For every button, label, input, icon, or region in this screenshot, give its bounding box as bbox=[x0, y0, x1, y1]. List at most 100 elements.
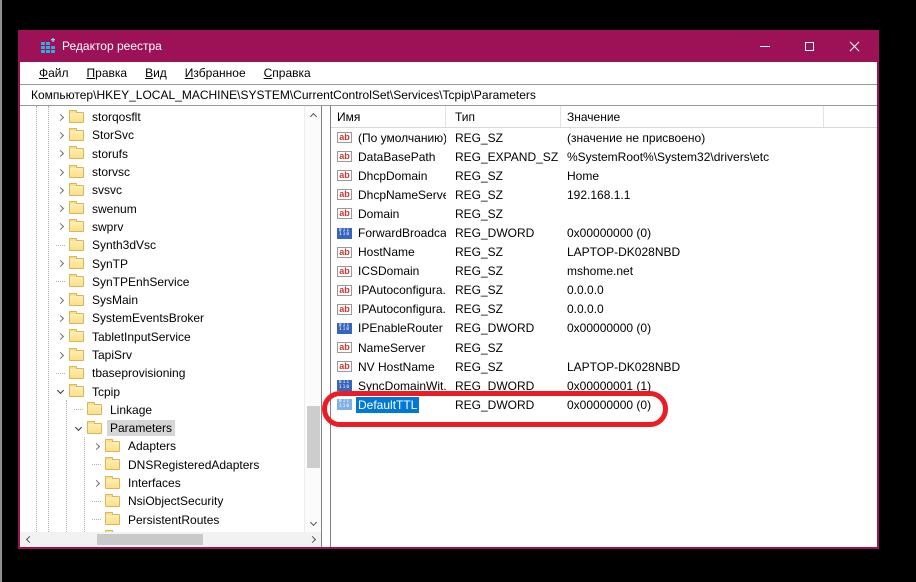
chevron-down-icon[interactable] bbox=[52, 384, 68, 400]
value-row[interactable]: 011110ForwardBroadca...REG_DWORD0x000000… bbox=[331, 223, 877, 242]
tree-item-label: TapiSrv bbox=[89, 347, 135, 363]
tree-item[interactable]: storufs bbox=[52, 145, 304, 163]
reg-dword-icon: 011110 bbox=[337, 228, 352, 239]
scroll-down-arrow[interactable] bbox=[305, 515, 322, 532]
tree-item[interactable]: storqosflt bbox=[52, 108, 304, 126]
column-header-value[interactable]: Значение bbox=[561, 106, 824, 127]
value-name: DhcpNameServer bbox=[356, 187, 446, 203]
tree-item[interactable]: PersistentRoutes bbox=[88, 511, 304, 529]
chevron-right-icon[interactable] bbox=[52, 164, 68, 180]
tree-item[interactable]: Parameters bbox=[70, 419, 304, 437]
value-row[interactable]: 011110DefaultTTLREG_DWORD0x00000000 (0) bbox=[331, 395, 877, 414]
column-header-type[interactable]: Тип bbox=[446, 106, 561, 127]
menu-item[interactable]: Правка bbox=[78, 64, 137, 82]
menu-item[interactable]: Справка bbox=[255, 64, 320, 82]
value-name: Domain bbox=[356, 206, 401, 222]
reg-sz-icon: ab bbox=[337, 170, 352, 181]
tree-item[interactable]: tbaseprovisioning bbox=[52, 364, 304, 382]
column-header-name[interactable]: Имя bbox=[331, 106, 446, 127]
value-data: %SystemRoot%\System32\drivers\etc bbox=[561, 150, 861, 164]
address-bar[interactable]: Компьютер\HKEY_LOCAL_MACHINE\SYSTEM\Curr… bbox=[20, 84, 877, 106]
minimize-button[interactable] bbox=[742, 30, 787, 62]
chevron-right-icon[interactable] bbox=[52, 127, 68, 143]
chevron-right-icon[interactable] bbox=[88, 438, 104, 454]
value-row[interactable]: abICSDomainREG_SZmshome.net bbox=[331, 262, 877, 281]
value-row[interactable]: abDomainREG_SZ bbox=[331, 204, 877, 223]
menu-item[interactable]: Файл bbox=[30, 64, 78, 82]
tree-item[interactable]: TapiSrv bbox=[52, 346, 304, 364]
chevron-right-icon[interactable] bbox=[52, 219, 68, 235]
tree-item-label: NsiObjectSecurity bbox=[125, 493, 226, 509]
value-data: 192.168.1.1 bbox=[561, 188, 861, 202]
tree-item-label: storufs bbox=[89, 146, 131, 162]
value-row[interactable]: abHostNameREG_SZLAPTOP-DK028NBD bbox=[331, 243, 877, 262]
tree-item[interactable]: StorSvc bbox=[52, 126, 304, 144]
tree-item[interactable]: SynTPEnhService bbox=[52, 273, 304, 291]
value-name: ICSDomain bbox=[356, 263, 421, 279]
value-row[interactable]: abDhcpDomainREG_SZHome bbox=[331, 166, 877, 185]
folder-icon bbox=[87, 404, 102, 415]
window-title: Редактор реестра bbox=[62, 39, 162, 53]
maximize-button[interactable] bbox=[787, 30, 832, 62]
tree-horizontal-scrollbar[interactable] bbox=[20, 532, 321, 547]
chevron-right-icon[interactable] bbox=[52, 347, 68, 363]
value-row[interactable]: abIPAutoconfigura...REG_SZ0.0.0.0 bbox=[331, 281, 877, 300]
tree-item[interactable]: svsvc bbox=[52, 181, 304, 199]
tree-item[interactable]: storvsc bbox=[52, 163, 304, 181]
chevron-down-icon[interactable] bbox=[70, 420, 86, 436]
tree-item-label: SynTPEnhService bbox=[89, 274, 192, 290]
chevron-right-icon[interactable] bbox=[52, 201, 68, 217]
menu-item[interactable]: Избранное bbox=[176, 64, 255, 82]
chevron-right-icon[interactable] bbox=[52, 329, 68, 345]
value-row[interactable]: abNameServerREG_SZ bbox=[331, 338, 877, 357]
chevron-right-icon[interactable] bbox=[88, 475, 104, 491]
tree-item-label: Interfaces bbox=[125, 475, 184, 491]
chevron-right-icon[interactable] bbox=[52, 109, 68, 125]
tree-item[interactable]: swprv bbox=[52, 218, 304, 236]
tree-item[interactable]: Linkage bbox=[70, 401, 304, 419]
tree-leaf-stub bbox=[88, 512, 104, 528]
tree-item[interactable]: SysMain bbox=[52, 291, 304, 309]
tree-item[interactable]: TabletInputService bbox=[52, 328, 304, 346]
tree-item[interactable]: NsiObjectSecurity bbox=[88, 492, 304, 510]
value-row[interactable]: abNV HostNameREG_SZLAPTOP-DK028NBD bbox=[331, 357, 877, 376]
value-row[interactable]: 011110SyncDomainWit...REG_DWORD0x0000000… bbox=[331, 376, 877, 395]
value-row[interactable]: abDataBasePathREG_EXPAND_SZ%SystemRoot%\… bbox=[331, 147, 877, 166]
scroll-left-arrow[interactable] bbox=[20, 532, 35, 547]
tree-item[interactable]: SynTP bbox=[52, 254, 304, 272]
tree-item-label: tbaseprovisioning bbox=[89, 365, 188, 381]
vertical-scroll-thumb[interactable] bbox=[307, 406, 320, 468]
folder-icon bbox=[87, 423, 102, 434]
chevron-right-icon[interactable] bbox=[52, 146, 68, 162]
tree-item[interactable]: SystemEventsBroker bbox=[52, 309, 304, 327]
close-button[interactable] bbox=[832, 30, 877, 62]
chevron-right-icon[interactable] bbox=[52, 292, 68, 308]
value-data: 0x00000000 (0) bbox=[561, 398, 861, 412]
chevron-right-icon[interactable] bbox=[52, 256, 68, 272]
value-row[interactable]: ab(По умолчанию)REG_SZ(значение не присв… bbox=[331, 128, 877, 147]
tree-vertical-scrollbar[interactable] bbox=[304, 106, 321, 532]
chevron-right-icon[interactable] bbox=[52, 182, 68, 198]
list-header: Имя Тип Значение bbox=[331, 106, 877, 128]
reg-sz-icon: ab bbox=[337, 342, 352, 353]
tree-item[interactable]: Tcpip bbox=[52, 382, 304, 400]
chevron-right-icon[interactable] bbox=[52, 310, 68, 326]
scroll-right-arrow[interactable] bbox=[306, 532, 321, 547]
tree-item[interactable]: Adapters bbox=[88, 437, 304, 455]
value-type: REG_SZ bbox=[446, 207, 561, 221]
horizontal-scroll-thumb[interactable] bbox=[97, 534, 203, 545]
value-row[interactable]: abDhcpNameServerREG_SZ192.168.1.1 bbox=[331, 185, 877, 204]
folder-icon bbox=[69, 221, 84, 232]
menu-item[interactable]: Вид bbox=[136, 64, 176, 82]
maximize-icon bbox=[805, 42, 814, 51]
scroll-up-arrow[interactable] bbox=[305, 106, 322, 123]
value-row[interactable]: abIPAutoconfigura...REG_SZ0.0.0.0 bbox=[331, 300, 877, 319]
tree-item-label: Linkage bbox=[107, 402, 155, 418]
folder-icon bbox=[69, 203, 84, 214]
tree-item[interactable]: Synth3dVsc bbox=[52, 236, 304, 254]
value-row[interactable]: 011110IPEnableRouterREG_DWORD0x00000000 … bbox=[331, 319, 877, 338]
value-data: 0.0.0.0 bbox=[561, 302, 861, 316]
tree-item[interactable]: DNSRegisteredAdapters bbox=[88, 456, 304, 474]
tree-item[interactable]: swenum bbox=[52, 199, 304, 217]
tree-item[interactable]: Interfaces bbox=[88, 474, 304, 492]
